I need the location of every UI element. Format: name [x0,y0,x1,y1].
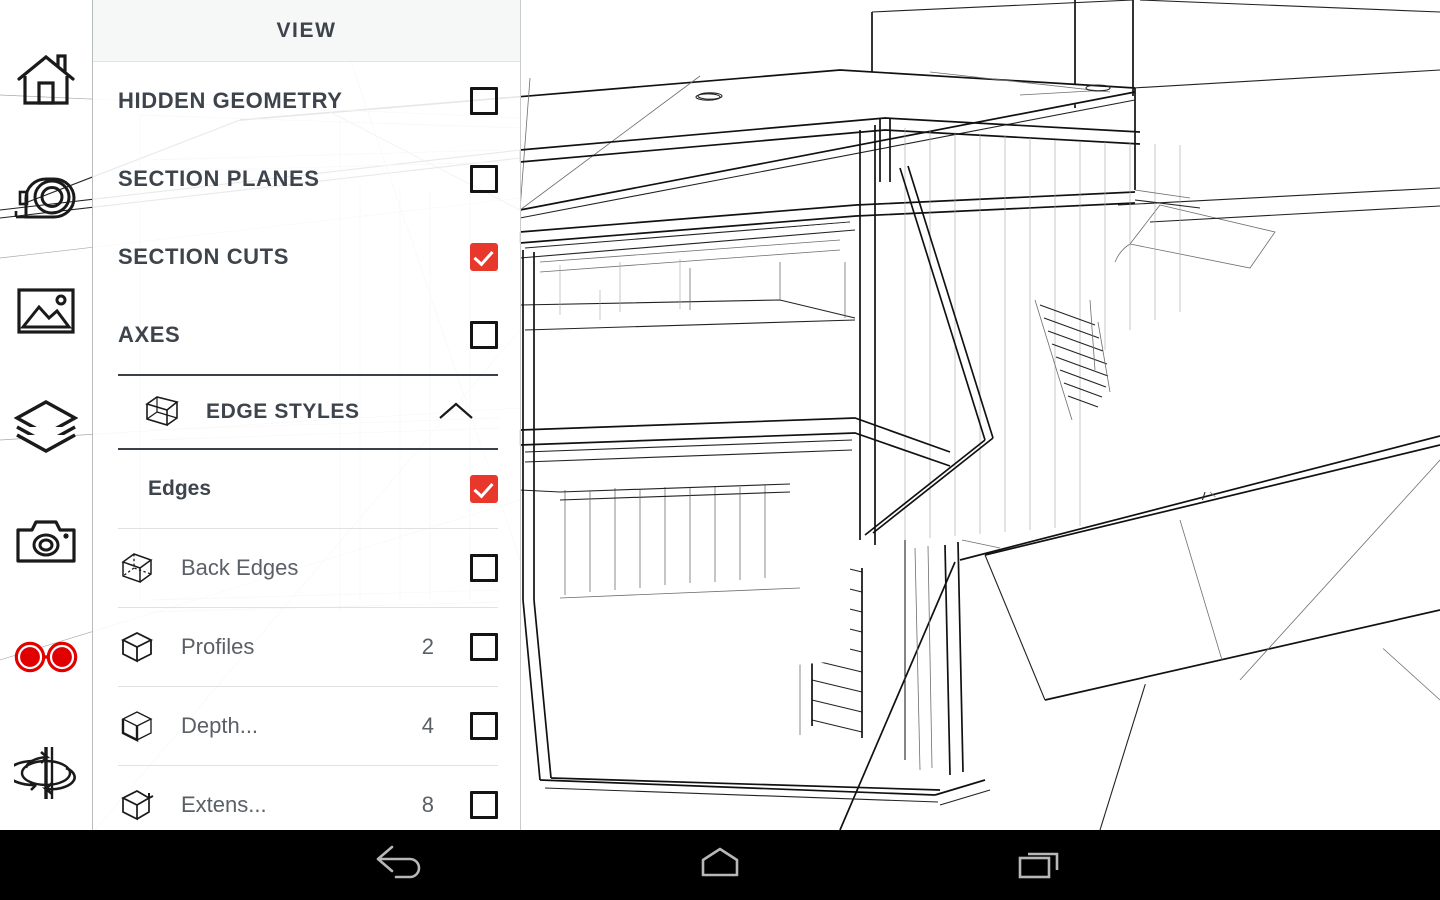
home-icon [15,52,77,108]
sidebar-item-camera[interactable] [0,484,93,599]
checkbox-section-planes[interactable] [470,165,498,193]
layers-icon [14,399,78,453]
android-navigation-bar [0,830,1440,900]
profiles-cube-icon [118,628,162,666]
sidebar-item-orbit[interactable] [0,715,93,830]
view-option-section-cuts[interactable]: SECTION CUTS [93,218,520,296]
edge-style-edges[interactable]: Edges [93,450,520,528]
edge-style-value: 2 [421,634,434,659]
3d-glasses-icon [13,640,79,674]
sidebar-item-scenes[interactable] [0,253,93,368]
edge-style-extension[interactable]: Extens... 8 [93,766,520,830]
panel-header: VIEW [93,0,520,62]
camera-icon [15,517,77,565]
checkbox-section-cuts[interactable] [470,243,498,271]
extension-cube-icon [118,786,162,824]
checkbox-depth-cue[interactable] [470,712,498,740]
nav-back-button[interactable] [300,830,500,900]
edge-style-value: 8 [421,792,434,817]
chevron-up-icon[interactable] [432,400,476,424]
checkbox-back-edges[interactable] [470,554,498,582]
back-arrow-icon [372,843,428,888]
view-option-label: SECTION PLANES [118,166,320,191]
sidebar-item-layers[interactable] [0,368,93,483]
view-option-label: SECTION CUTS [118,244,289,269]
depth-cue-cube-icon [118,707,162,745]
view-option-label: AXES [118,322,181,347]
image-icon [16,287,76,335]
view-option-axes[interactable]: AXES [93,296,520,374]
edge-style-label: Depth... [181,713,259,738]
section-header-edge-styles[interactable]: EDGE STYLES [118,374,498,450]
checkbox-hidden-geometry[interactable] [470,87,498,115]
sidebar-item-anaglyph[interactable] [0,599,93,714]
checkbox-profiles[interactable] [470,633,498,661]
wireframe-cube-icon [143,393,187,431]
recents-icon [1012,843,1068,888]
checkbox-edges[interactable] [470,475,498,503]
edge-style-back-edges[interactable]: Back Edges [93,529,520,607]
view-panel: VIEW HIDDEN GEOMETRY SECTION PLANES SECT… [93,0,521,830]
back-edges-cube-icon [118,549,162,587]
nav-recents-button[interactable] [940,830,1140,900]
page-title: VIEW [276,18,337,42]
sidebar-item-home[interactable] [0,22,93,137]
sidebar-item-measure[interactable] [0,137,93,252]
section-title: EDGE STYLES [206,400,360,423]
view-option-hidden-geometry[interactable]: HIDDEN GEOMETRY [93,62,520,140]
edge-style-label: Edges [148,477,212,500]
edge-style-profiles[interactable]: Profiles 2 [93,608,520,686]
checkbox-extension[interactable] [470,791,498,819]
app-root: .k { fill:none; stroke:#111; stroke-widt… [0,0,1440,900]
edge-style-value: 4 [421,713,434,738]
view-option-label: HIDDEN GEOMETRY [118,88,343,113]
left-toolbar [0,0,93,830]
home-pentagon-icon [692,843,748,888]
orbit-icon [14,741,78,803]
nav-home-button[interactable] [620,830,820,900]
edge-style-depth-cue[interactable]: Depth... 4 [93,687,520,765]
view-option-section-planes[interactable]: SECTION PLANES [93,140,520,218]
checkbox-axes[interactable] [470,321,498,349]
edge-style-label: Back Edges [181,555,299,580]
panel-body: HIDDEN GEOMETRY SECTION PLANES SECTION C… [93,62,520,830]
tape-measure-icon [14,168,78,222]
edge-style-label: Profiles [181,634,255,659]
edge-style-label: Extens... [181,792,267,817]
